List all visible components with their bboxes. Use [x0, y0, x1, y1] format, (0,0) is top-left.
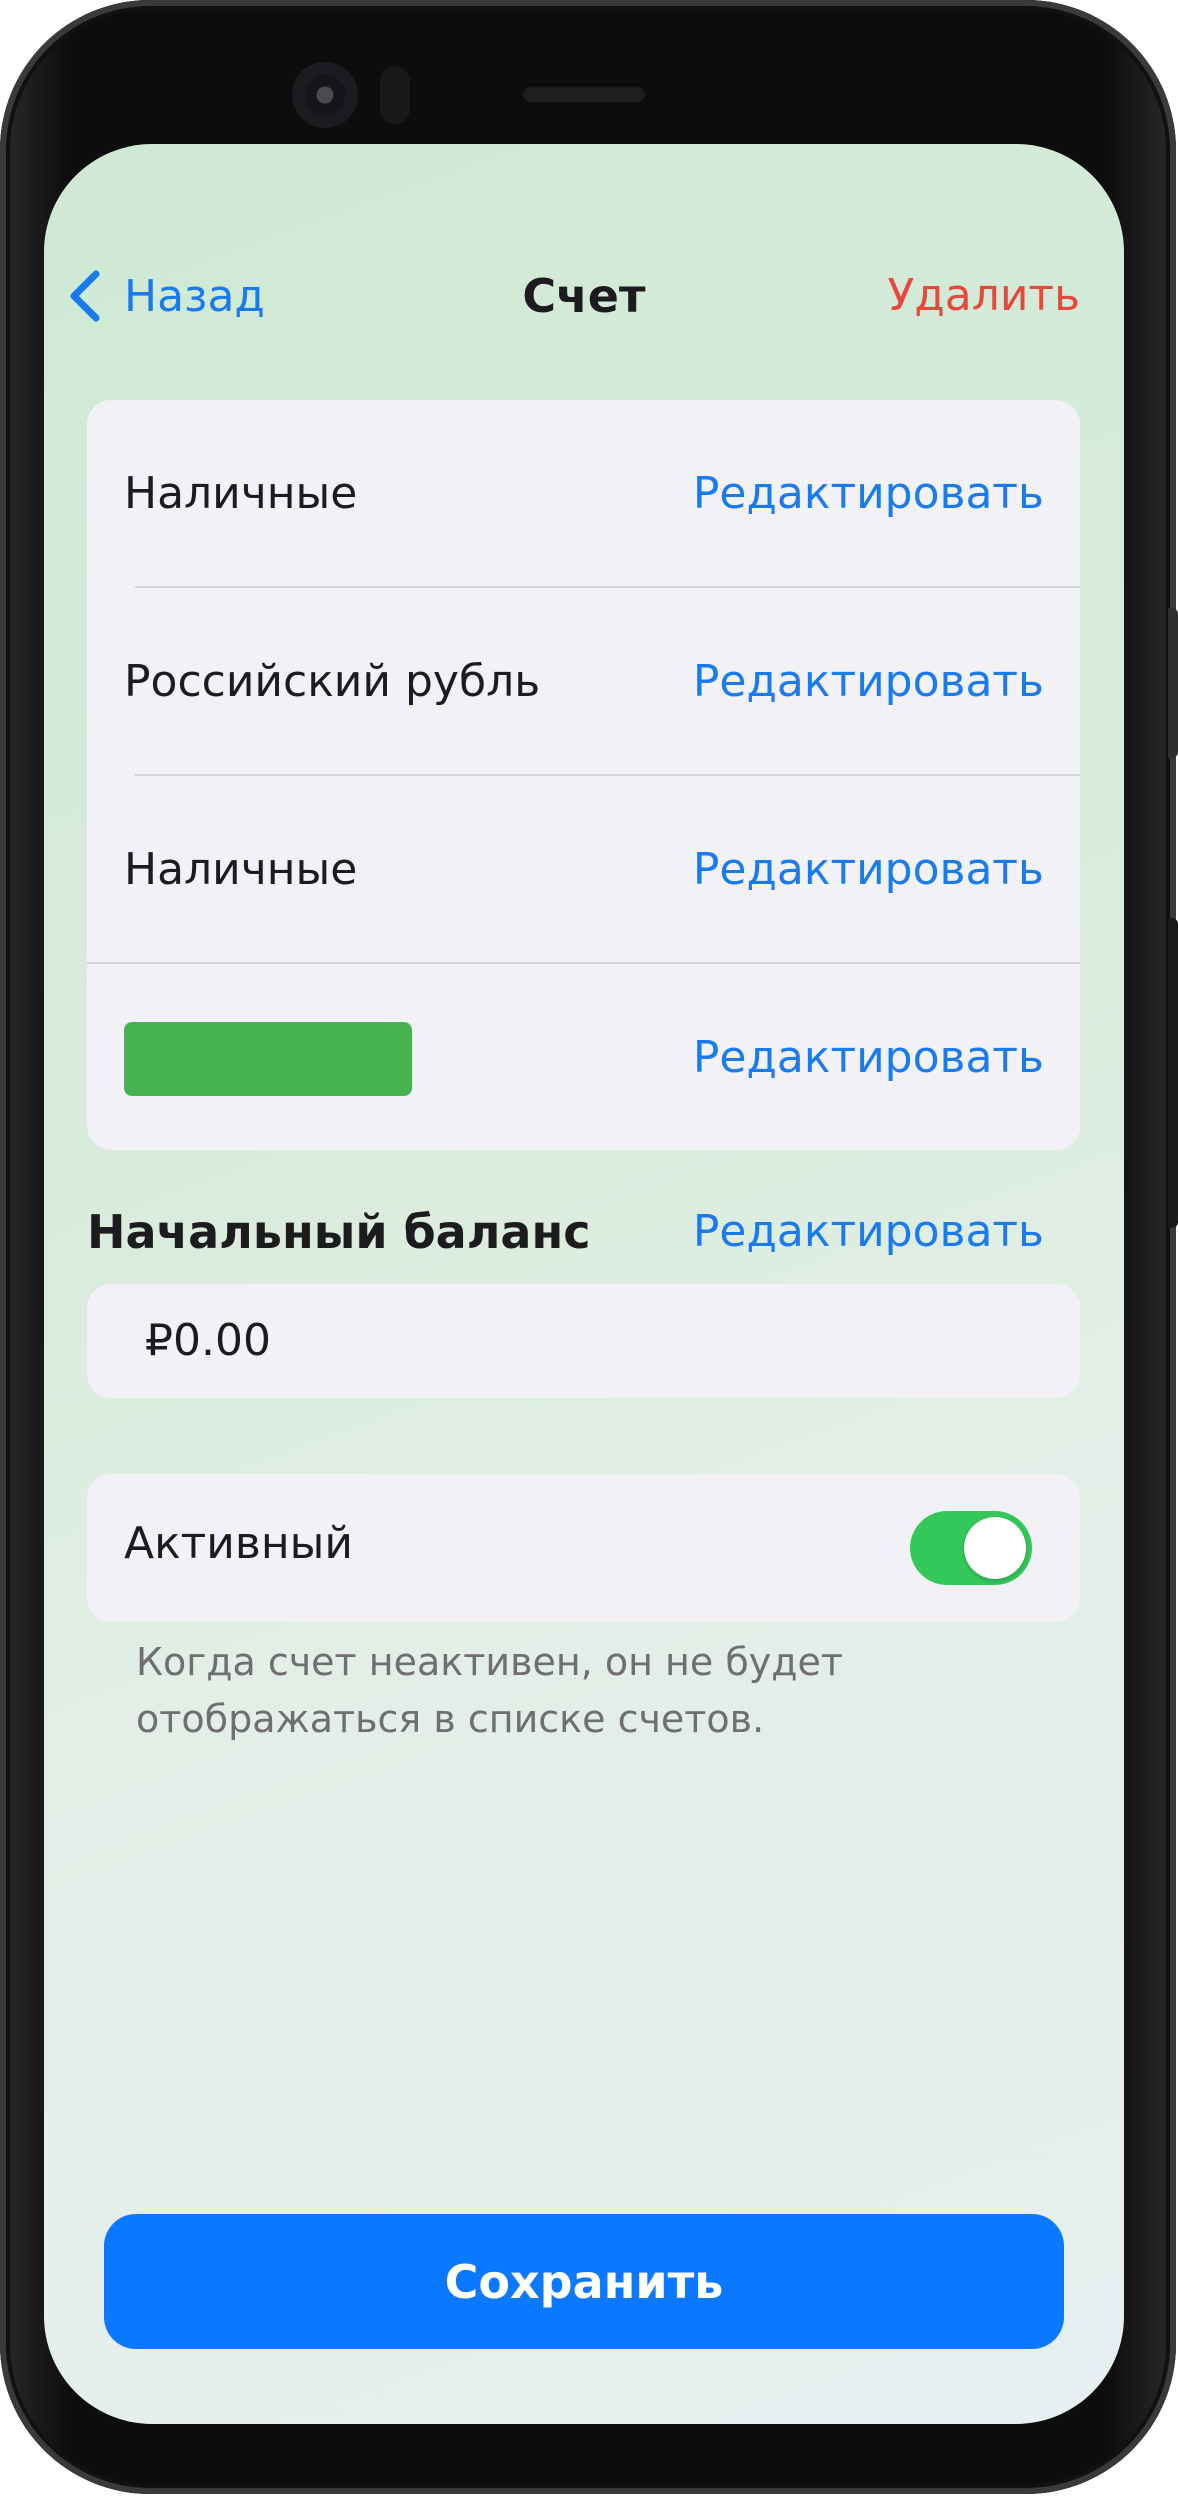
initial-balance-value: ₽0.00: [145, 1315, 271, 1366]
phone-frame: Назад Счет Удалить Наличные Редактироват…: [0, 0, 1178, 2494]
active-row: Активный: [87, 1474, 1080, 1622]
screen: Назад Счет Удалить Наличные Редактироват…: [44, 144, 1124, 2424]
navigation-bar: Назад Счет Удалить: [44, 144, 1124, 424]
edit-initial-balance-button[interactable]: Редактировать: [693, 1192, 1044, 1272]
active-hint-text: Когда счет неактивен, он не будет отобра…: [136, 1640, 844, 1741]
account-details-card: Наличные Редактировать Российский рубль …: [87, 400, 1080, 1150]
color-row: Редактировать: [87, 964, 1080, 1150]
color-swatch: [124, 1022, 412, 1096]
delete-button[interactable]: Удалить: [888, 256, 1080, 336]
volume-button: [1168, 918, 1178, 1228]
save-button[interactable]: Сохранить: [104, 2214, 1064, 2349]
account-name-label: Наличные: [124, 844, 358, 895]
front-camera: [292, 62, 358, 128]
edit-currency-button[interactable]: Редактировать: [693, 588, 1044, 775]
account-type-label: Наличные: [124, 468, 358, 519]
edit-account-name-button[interactable]: Редактировать: [693, 776, 1044, 963]
currency-row: Российский рубль Редактировать: [87, 588, 1080, 775]
back-button[interactable]: Назад: [66, 256, 265, 336]
active-toggle[interactable]: [910, 1511, 1032, 1585]
initial-balance-field[interactable]: ₽0.00: [87, 1284, 1080, 1398]
active-label: Активный: [124, 1518, 353, 1569]
initial-balance-heading: Начальный баланс: [87, 1205, 591, 1259]
account-type-row: Наличные Редактировать: [87, 400, 1080, 587]
proximity-sensor: [380, 66, 410, 124]
power-button: [1168, 608, 1178, 758]
earpiece-speaker: [522, 84, 646, 102]
edit-color-button[interactable]: Редактировать: [693, 964, 1044, 1150]
edit-account-type-button[interactable]: Редактировать: [693, 400, 1044, 587]
account-name-row: Наличные Редактировать: [87, 776, 1080, 963]
back-label: Назад: [124, 270, 265, 322]
chevron-left-icon: [70, 270, 100, 322]
toggle-knob: [964, 1517, 1026, 1579]
currency-label: Российский рубль: [124, 656, 541, 707]
page-title: Счет: [522, 269, 646, 323]
